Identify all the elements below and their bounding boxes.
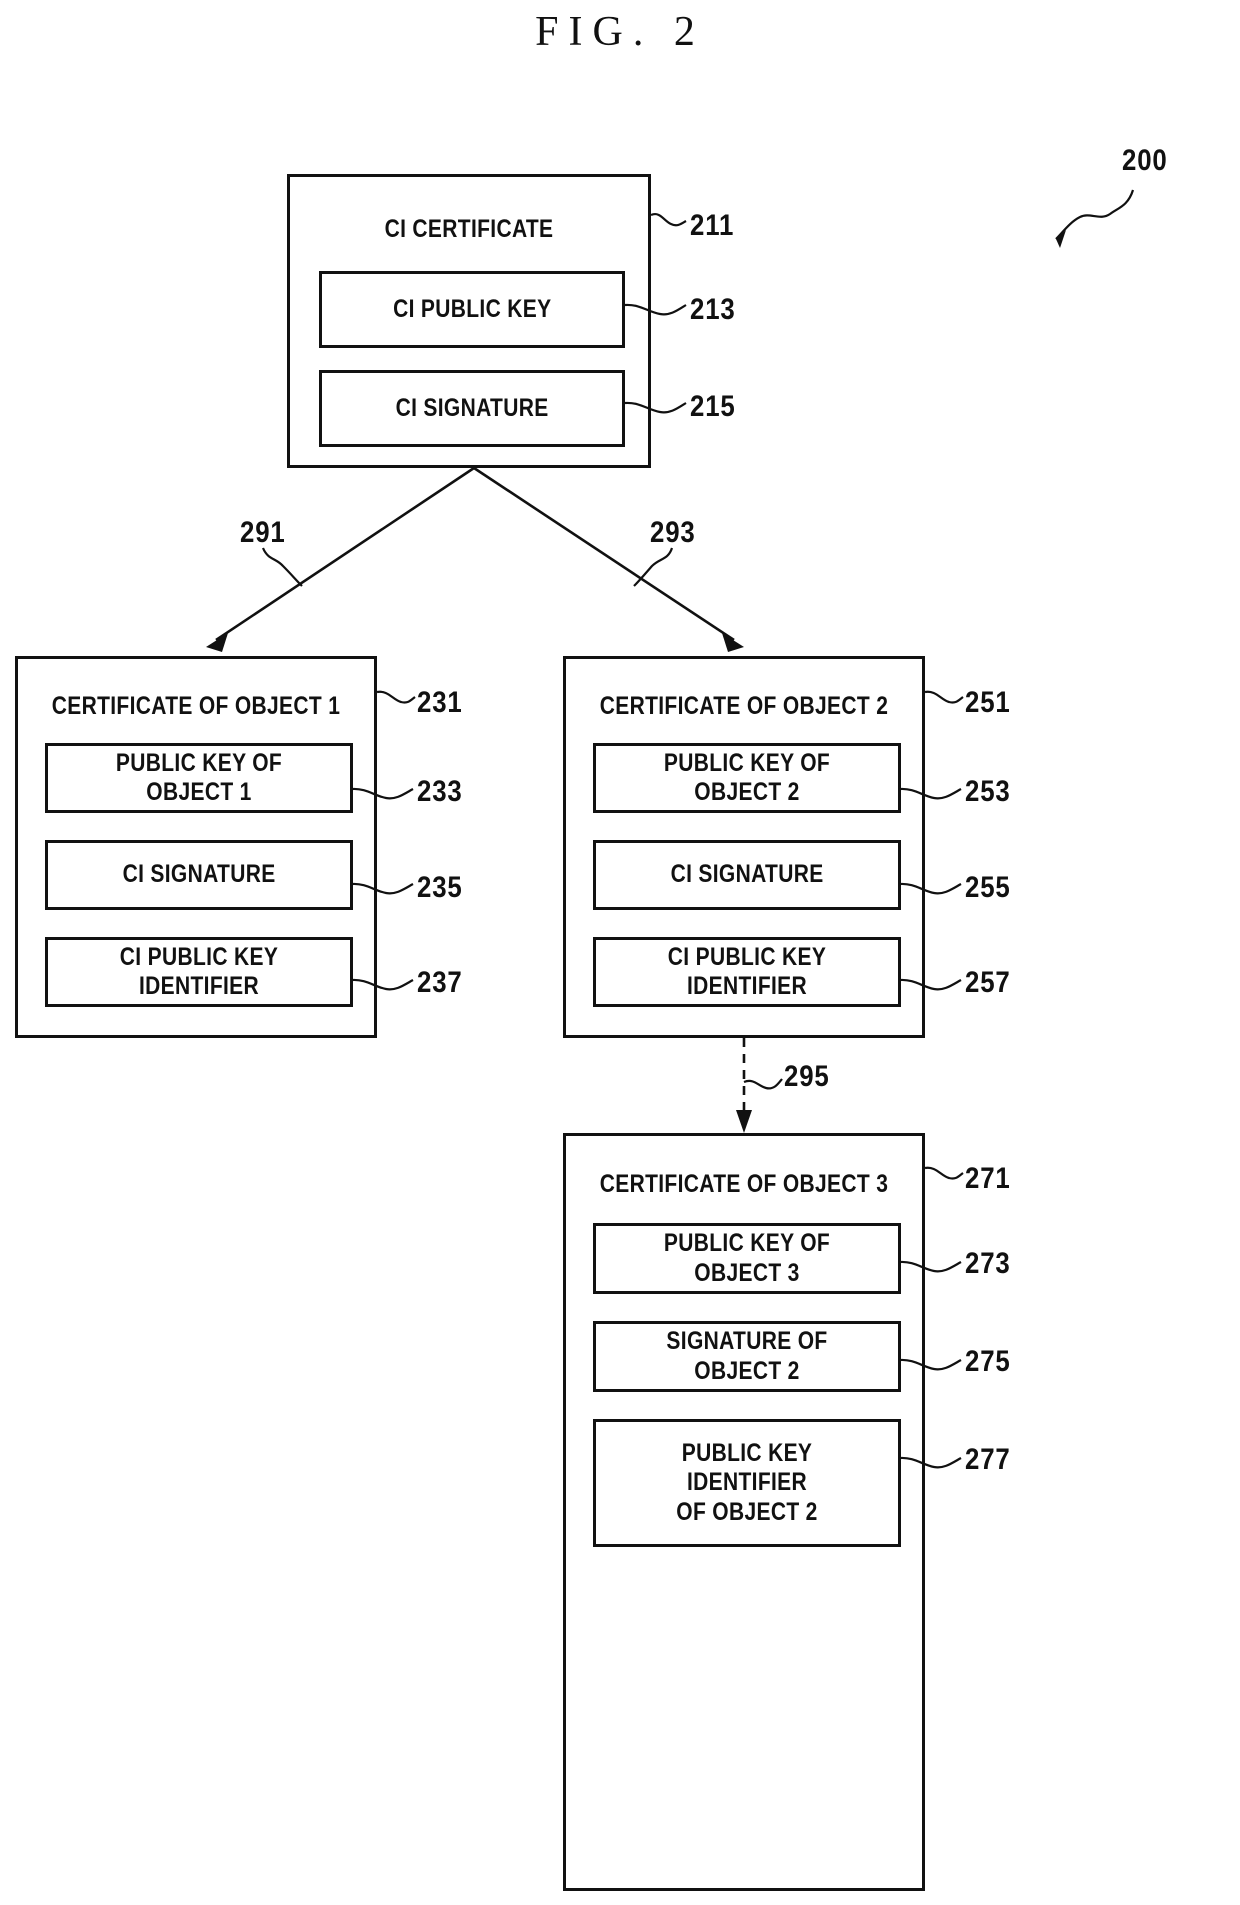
- reference-numeral-257: 257: [965, 966, 1011, 999]
- reference-numeral-271: 271: [965, 1162, 1011, 1195]
- field-public-key-of-object-1-label: PUBLIC KEY OF OBJECT 1: [115, 748, 283, 807]
- arrowhead-ci-to-object-2: [722, 633, 744, 652]
- patent-figure-page: FIG. 2 200 CI CERTIFICATE CI PUBLIC KEY …: [0, 0, 1240, 1905]
- field-signature-of-object-2: SIGNATURE OF OBJECT 2: [593, 1321, 901, 1392]
- reference-numeral-275: 275: [965, 1345, 1011, 1378]
- connector-ci-to-object-1: [215, 466, 475, 642]
- field-ci-public-key-identifier-object-2-label: CI PUBLIC KEY IDENTIFIER: [667, 942, 827, 1001]
- reference-numeral-237: 237: [417, 966, 463, 999]
- reference-numeral-200: 200: [1122, 144, 1168, 177]
- arrowhead-object-2-to-object-3: [736, 1110, 752, 1133]
- leader-line-200: [1055, 189, 1135, 240]
- figure-title: FIG. 2: [535, 9, 705, 55]
- field-ci-public-key-identifier-object-1-label: CI PUBLIC KEY IDENTIFIER: [119, 942, 279, 1001]
- reference-numeral-211: 211: [690, 209, 735, 242]
- reference-numeral-273: 273: [965, 1247, 1011, 1280]
- field-public-key-identifier-of-object-2-label: PUBLIC KEY IDENTIFIER OF OBJECT 2: [676, 1438, 818, 1526]
- reference-numeral-213: 213: [690, 293, 736, 326]
- reference-numeral-235: 235: [417, 871, 463, 904]
- field-public-key-of-object-3: PUBLIC KEY OF OBJECT 3: [593, 1223, 901, 1294]
- certificate-object-1-title: CERTIFICATE OF OBJECT 1: [51, 692, 341, 720]
- field-ci-public-key-label: CI PUBLIC KEY: [392, 294, 552, 323]
- reference-numeral-215: 215: [690, 390, 736, 423]
- reference-numeral-231: 231: [417, 686, 463, 719]
- node-certificate-object-2: CERTIFICATE OF OBJECT 2 PUBLIC KEY OF OB…: [563, 656, 925, 1038]
- leader-line-211: [650, 213, 687, 227]
- field-public-key-of-object-2: PUBLIC KEY OF OBJECT 2: [593, 743, 901, 813]
- field-ci-public-key: CI PUBLIC KEY: [319, 271, 625, 348]
- arrowhead-ci-to-object-1: [206, 633, 228, 652]
- reference-numeral-253: 253: [965, 775, 1011, 808]
- leader-line-293: [633, 547, 674, 587]
- leader-line-295: [743, 1078, 783, 1090]
- field-ci-signature-object-1: CI SIGNATURE: [45, 840, 353, 910]
- arrowhead-200: [1056, 230, 1066, 248]
- leader-line-291: [261, 547, 303, 587]
- field-public-key-identifier-of-object-2: PUBLIC KEY IDENTIFIER OF OBJECT 2: [593, 1419, 901, 1547]
- reference-numeral-255: 255: [965, 871, 1011, 904]
- reference-numeral-293: 293: [650, 516, 696, 549]
- field-ci-signature-label: CI SIGNATURE: [395, 393, 549, 422]
- field-ci-signature: CI SIGNATURE: [319, 370, 625, 447]
- leader-line-251: [924, 690, 964, 704]
- reference-numeral-277: 277: [965, 1443, 1011, 1476]
- reference-numeral-295: 295: [784, 1060, 830, 1093]
- field-ci-signature-object-2-label: CI SIGNATURE: [670, 860, 824, 889]
- field-ci-signature-object-1-label: CI SIGNATURE: [122, 860, 276, 889]
- field-ci-public-key-identifier-object-1: CI PUBLIC KEY IDENTIFIER: [45, 937, 353, 1007]
- reference-numeral-233: 233: [417, 775, 463, 808]
- node-certificate-object-3: CERTIFICATE OF OBJECT 3 PUBLIC KEY OF OB…: [563, 1133, 925, 1891]
- field-ci-signature-object-2: CI SIGNATURE: [593, 840, 901, 910]
- certificate-object-2-title: CERTIFICATE OF OBJECT 2: [599, 692, 889, 720]
- connector-ci-to-object-2: [473, 466, 735, 642]
- field-public-key-of-object-3-label: PUBLIC KEY OF OBJECT 3: [663, 1229, 831, 1287]
- leader-line-231: [376, 690, 416, 704]
- field-public-key-of-object-2-label: PUBLIC KEY OF OBJECT 2: [663, 748, 831, 807]
- field-ci-public-key-identifier-object-2: CI PUBLIC KEY IDENTIFIER: [593, 937, 901, 1007]
- certificate-object-3-title: CERTIFICATE OF OBJECT 3: [599, 1170, 889, 1198]
- reference-numeral-251: 251: [965, 686, 1011, 719]
- leader-line-271: [924, 1166, 964, 1180]
- node-ci-certificate: CI CERTIFICATE CI PUBLIC KEY CI SIGNATUR…: [287, 174, 651, 468]
- ci-certificate-title: CI CERTIFICATE: [384, 215, 554, 243]
- field-public-key-of-object-1: PUBLIC KEY OF OBJECT 1: [45, 743, 353, 813]
- reference-numeral-291: 291: [240, 516, 286, 549]
- field-signature-of-object-2-label: SIGNATURE OF OBJECT 2: [666, 1327, 828, 1385]
- node-certificate-object-1: CERTIFICATE OF OBJECT 1 PUBLIC KEY OF OB…: [15, 656, 377, 1038]
